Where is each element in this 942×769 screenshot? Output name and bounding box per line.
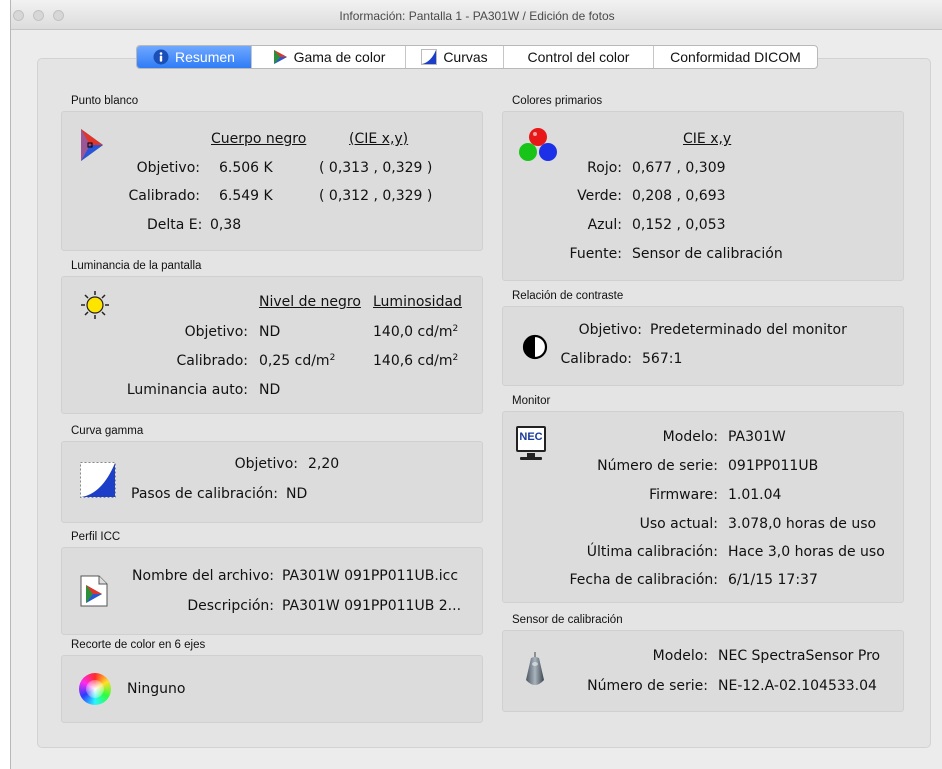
monitor-cal-date-label: Fecha de calibración: (569, 572, 718, 588)
monitor-firmware-label: Firmware: (649, 487, 718, 503)
sensor-panel (502, 630, 904, 712)
gamma-steps-label: Pasos de calibración: (131, 486, 278, 502)
wp-delta-value: 0,38 (210, 217, 242, 233)
primaries-green-label: Verde: (577, 188, 622, 204)
sensor-model-label: Modelo: (652, 648, 708, 664)
wp-calibrated-xy: ( 0,312 , 0,329 ) (319, 188, 433, 204)
clip-panel (61, 655, 483, 723)
monitor-firmware-value: 1.01.04 (728, 487, 782, 503)
wp-calibrated-kelvin: 6.549 K (219, 188, 273, 204)
rgb-primaries-icon (519, 128, 557, 161)
contrast-calibrated-value: 567:1 (642, 351, 683, 367)
primaries-green-value: 0,208 , 0,693 (632, 188, 726, 204)
title-bar: Información: Pantalla 1 - PA301W / Edici… (11, 0, 942, 30)
primaries-blue-label: Azul: (587, 217, 622, 233)
monitor-usage-label: Uso actual: (639, 516, 718, 532)
sensor-serial-label: Número de serie: (587, 678, 708, 694)
white-point-gamut-icon (81, 129, 103, 161)
monitor-base (520, 457, 542, 460)
icc-desc-label: Descripción: (187, 598, 274, 614)
section-title-sensor: Sensor de calibración (512, 614, 623, 626)
tab-control-del-color[interactable]: Control del color (504, 46, 654, 68)
tab-label: Gama de color (293, 49, 386, 65)
monitor-last-cal-label: Última calibración: (586, 544, 718, 560)
lum-target-label: Objetivo: (184, 324, 248, 340)
lum-col-luminosity: Luminosidad (373, 294, 462, 310)
gamma-target-label: Objetivo: (234, 456, 298, 472)
section-title-white-point: Punto blanco (71, 95, 139, 107)
gamma-steps-value: ND (286, 486, 308, 502)
nec-monitor-icon: NEC (516, 426, 546, 452)
contrast-target-label: Objetivo: (578, 322, 642, 338)
color-wheel-icon (79, 673, 111, 705)
gamma-target-value: 2,20 (308, 456, 340, 472)
tab-label: Resumen (175, 49, 235, 65)
monitor-model-value: PA301W (728, 429, 786, 445)
tab-label: Curvas (443, 49, 488, 65)
icc-file-value: PA301W 091PP011UB.icc (282, 568, 459, 584)
sensor-serial-value: NE-12.A-02.104533.04 (718, 678, 877, 694)
tab-bar: Resumen Gama de color Curvas Control del… (136, 45, 818, 69)
unit-superscript: 2 (452, 353, 459, 363)
monitor-cal-date-value: 6/1/15 17:37 (728, 572, 818, 588)
wp-col-blackbody: Cuerpo negro (211, 131, 307, 147)
monitor-model-label: Modelo: (662, 429, 718, 445)
wp-target-label: Objetivo: (136, 160, 200, 176)
contrast-target-value: Predeterminado del monitor (650, 322, 847, 338)
monitor-serial-label: Número de serie: (597, 458, 718, 474)
wp-calibrated-label: Calibrado: (128, 188, 200, 204)
section-title-primaries: Colores primarios (512, 95, 603, 107)
section-title-monitor: Monitor (512, 395, 551, 407)
section-title-clip: Recorte de color en 6 ejes (71, 639, 206, 651)
lum-calibrated-value: 140,6 cd/m (373, 353, 453, 369)
primaries-red-value: 0,677 , 0,309 (632, 160, 726, 176)
icc-desc-value: PA301W 091PP011UB 2... (282, 598, 462, 614)
gamut-icon (272, 49, 288, 65)
lum-target-value: 140,0 cd/m (373, 324, 453, 340)
wp-target-kelvin: 6.506 K (219, 160, 273, 176)
lum-auto-label: Luminancia auto: (126, 382, 248, 398)
sun-icon (81, 291, 109, 319)
contrast-calibrated-label: Calibrado: (560, 351, 632, 367)
tab-resumen[interactable]: Resumen (137, 46, 252, 68)
tab-conformidad-dicom[interactable]: Conformidad DICOM (654, 46, 817, 68)
contrast-panel (502, 306, 904, 386)
unit-superscript: 2 (329, 353, 336, 363)
nec-logo: NEC (519, 431, 543, 443)
icc-file-label: Nombre del archivo: (132, 568, 274, 584)
monitor-serial-value: 091PP011UB (728, 458, 819, 474)
wp-col-cie: (CIE x,y) (349, 131, 409, 147)
gamma-panel (61, 441, 483, 523)
lum-target-black: ND (259, 324, 281, 340)
lum-auto-value: ND (259, 382, 281, 398)
primaries-source-value: Sensor de calibración (632, 246, 783, 262)
monitor-usage-value: 3.078,0 horas de uso (728, 516, 877, 532)
primaries-red-label: Rojo: (587, 160, 622, 176)
tab-label: Control del color (527, 49, 630, 65)
lum-calibrated-label: Calibrado: (176, 353, 248, 369)
icc-panel (61, 547, 483, 635)
icc-file-icon (80, 575, 108, 607)
wp-target-xy: ( 0,313 , 0,329 ) (319, 160, 433, 176)
sensor-model-value: NEC SpectraSensor Pro (718, 648, 881, 664)
section-title-luminance: Luminancia de la pantalla (71, 260, 202, 272)
curves-icon (421, 49, 438, 65)
unit-superscript: 2 (452, 324, 459, 334)
clip-value: Ninguno (127, 681, 186, 697)
section-title-icc: Perfil ICC (71, 531, 121, 543)
section-title-gamma: Curva gamma (71, 425, 144, 437)
tab-label: Conformidad DICOM (670, 49, 801, 65)
lum-calibrated-black: 0,25 cd/m (259, 353, 330, 369)
primaries-source-label: Fuente: (569, 246, 622, 262)
monitor-last-cal-value: Hace 3,0 horas de uso (728, 544, 885, 560)
tab-curvas[interactable]: Curvas (406, 46, 504, 68)
tab-gama-de-color[interactable]: Gama de color (252, 46, 406, 68)
primaries-blue-value: 0,152 , 0,053 (632, 217, 726, 233)
info-icon (153, 49, 169, 65)
wp-delta-label: Delta E: (147, 217, 203, 233)
lum-col-black-level: Nivel de negro (259, 294, 361, 310)
primaries-col-cie: CIE x,y (683, 131, 732, 147)
section-title-contrast: Relación de contraste (512, 290, 624, 302)
window-title: Información: Pantalla 1 - PA301W / Edici… (339, 9, 615, 23)
